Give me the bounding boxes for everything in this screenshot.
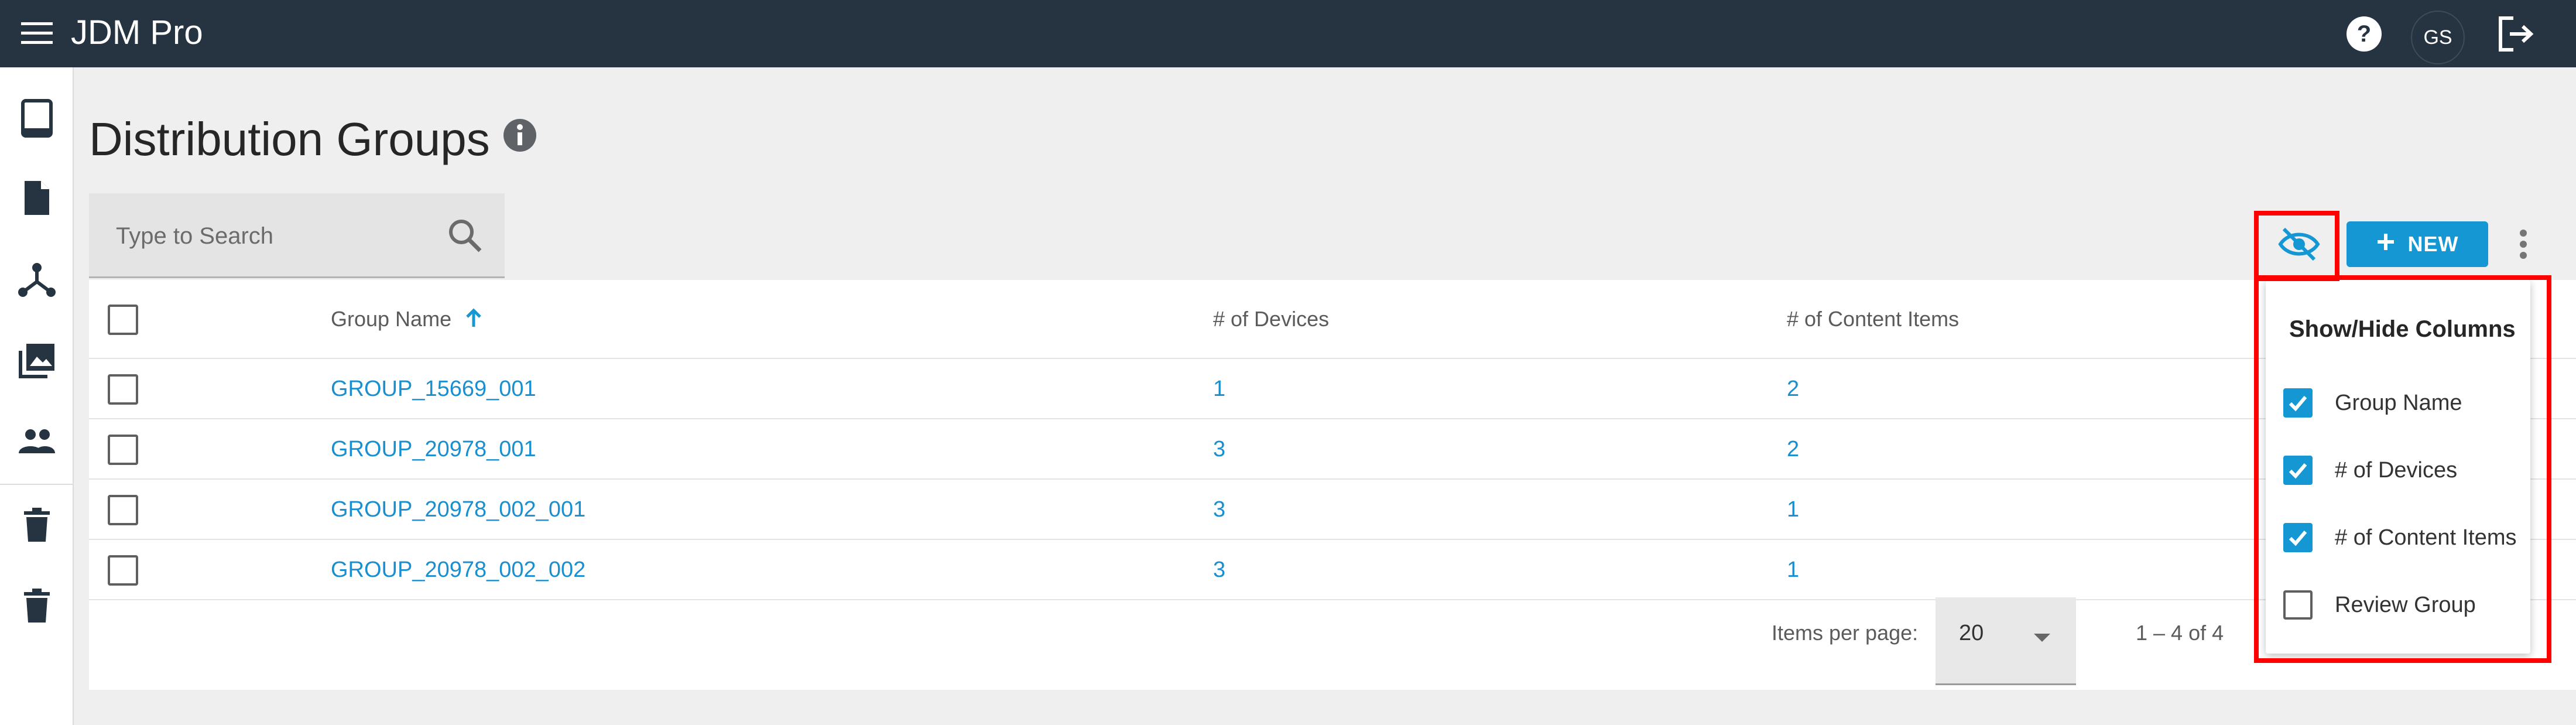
group-name-link[interactable]: GROUP_15669_001 [331,377,536,402]
trash-icon[interactable] [16,586,57,627]
menu-icon[interactable] [20,20,54,47]
network-icon[interactable] [16,259,57,300]
items-per-page-value: 20 [1959,621,1984,645]
highlight-box [2254,211,2339,281]
tablet-icon[interactable] [16,98,57,139]
highlight-box [2254,275,2551,663]
row-checkbox[interactable] [108,374,138,405]
content-count-link[interactable]: 1 [1787,558,1799,583]
more-vert-icon[interactable] [2507,221,2540,267]
table-header-row: Group Name # of Devices # of Content Ite… [89,280,2576,359]
items-per-page-label: Items per page: [1772,621,1919,645]
page-title: Distribution Groups [89,113,490,165]
plus-icon [2376,232,2395,257]
app-title: JDM Pro [71,13,203,52]
page-range-label: 1 – 4 of 4 [2136,621,2224,645]
devices-count-link[interactable]: 3 [1213,497,1225,522]
column-header-label: Group Name [331,307,452,331]
table-row[interactable]: GROUP_20978_002_002 3 1 [89,540,2576,600]
group-name-link[interactable]: GROUP_20978_002_002 [331,558,585,583]
document-icon[interactable] [16,177,57,218]
devices-count-link[interactable]: 3 [1213,558,1225,583]
logout-icon[interactable] [2495,13,2537,55]
column-header-group-name[interactable]: Group Name [331,307,482,333]
content-count-link[interactable]: 1 [1787,497,1799,522]
caret-down-icon [2034,634,2050,642]
search-input[interactable] [116,219,420,253]
row-checkbox[interactable] [108,555,138,586]
trash-icon[interactable] [16,505,57,546]
row-checkbox[interactable] [108,495,138,525]
new-button-label: NEW [2407,232,2459,256]
arrow-up-icon [465,308,482,333]
content-count-link[interactable]: 2 [1787,437,1799,462]
paginator: Items per page: 20 1 – 4 of 4 [89,597,2576,685]
gallery-icon[interactable] [16,340,57,381]
column-header-devices[interactable]: # of Devices [1213,307,1329,331]
items-per-page-select[interactable]: 20 [1936,597,2076,685]
devices-count-link[interactable]: 1 [1213,377,1225,402]
group-name-link[interactable]: GROUP_20978_002_001 [331,497,585,522]
content-count-link[interactable]: 2 [1787,377,1799,402]
avatar[interactable]: GS [2411,11,2465,64]
search-box [89,193,505,278]
group-name-link[interactable]: GROUP_20978_001 [331,437,536,462]
search-icon[interactable] [446,217,484,254]
table-row[interactable]: GROUP_20978_001 3 2 [89,419,2576,480]
select-all-checkbox[interactable] [108,305,138,335]
table-row[interactable]: GROUP_20978_002_001 3 1 [89,480,2576,540]
help-icon[interactable]: ? [2343,13,2385,55]
row-checkbox[interactable] [108,435,138,465]
sidebar-divider [0,484,74,485]
svg-text:?: ? [2357,21,2371,47]
column-header-content-items[interactable]: # of Content Items [1787,307,1959,331]
groups-icon[interactable] [16,421,57,462]
top-app-bar: JDM Pro ? GS [0,0,2576,67]
groups-table: Group Name # of Devices # of Content Ite… [89,280,2576,690]
devices-count-link[interactable]: 3 [1213,437,1225,462]
table-row[interactable]: GROUP_15669_001 1 2 [89,359,2576,419]
new-button[interactable]: NEW [2347,221,2488,267]
sidebar [0,67,74,725]
info-icon[interactable] [502,118,537,153]
